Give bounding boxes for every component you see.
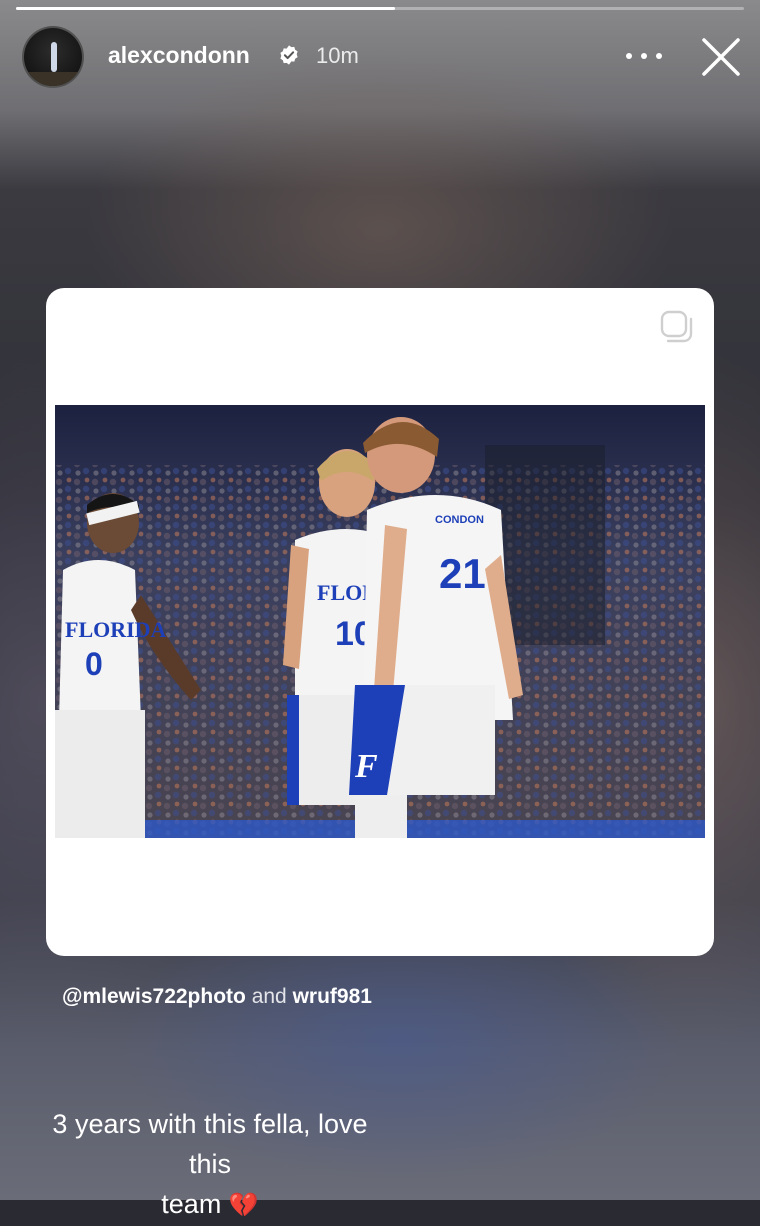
caption-line-1: 3 years with this fella, love this bbox=[52, 1109, 368, 1179]
svg-text:21: 21 bbox=[439, 550, 486, 597]
tag-wruf981[interactable]: wruf981 bbox=[293, 985, 372, 1008]
tag-mlewis722photo[interactable]: @mlewis722photo bbox=[62, 985, 246, 1008]
photo-credit-tags: @mlewis722photo and wruf981 bbox=[62, 985, 372, 1009]
story-header: alexcondonn 10m bbox=[0, 24, 760, 90]
shared-post-icon[interactable] bbox=[658, 308, 694, 344]
avatar[interactable] bbox=[22, 26, 84, 88]
close-icon[interactable] bbox=[700, 36, 742, 78]
basketball-photo-illustration: FLORIDA 0 FLORID 10 CONDON 21 F bbox=[55, 405, 705, 838]
broken-heart-emoji: 💔 bbox=[228, 1192, 259, 1219]
username[interactable]: alexcondonn bbox=[108, 42, 250, 69]
tags-connector: and bbox=[251, 985, 287, 1008]
svg-text:F: F bbox=[354, 748, 378, 785]
shared-post-card[interactable]: FLORIDA 0 FLORID 10 CONDON 21 F bbox=[46, 288, 714, 956]
story-caption: 3 years with this fella, love this team … bbox=[30, 1104, 390, 1226]
shared-post-photo[interactable]: FLORIDA 0 FLORID 10 CONDON 21 F bbox=[55, 405, 705, 838]
story-progress-bar bbox=[16, 7, 744, 10]
svg-text:FLORIDA: FLORIDA bbox=[65, 617, 167, 642]
caption-line-2-text: team bbox=[161, 1189, 222, 1219]
svg-text:0: 0 bbox=[85, 646, 103, 682]
caption-line-2: team 💔 bbox=[30, 1184, 390, 1226]
story-progress-fill bbox=[16, 7, 395, 10]
svg-text:CONDON: CONDON bbox=[435, 514, 484, 526]
more-options-icon[interactable] bbox=[626, 44, 662, 68]
post-time: 10m bbox=[316, 43, 359, 68]
verified-badge-icon bbox=[280, 45, 298, 65]
